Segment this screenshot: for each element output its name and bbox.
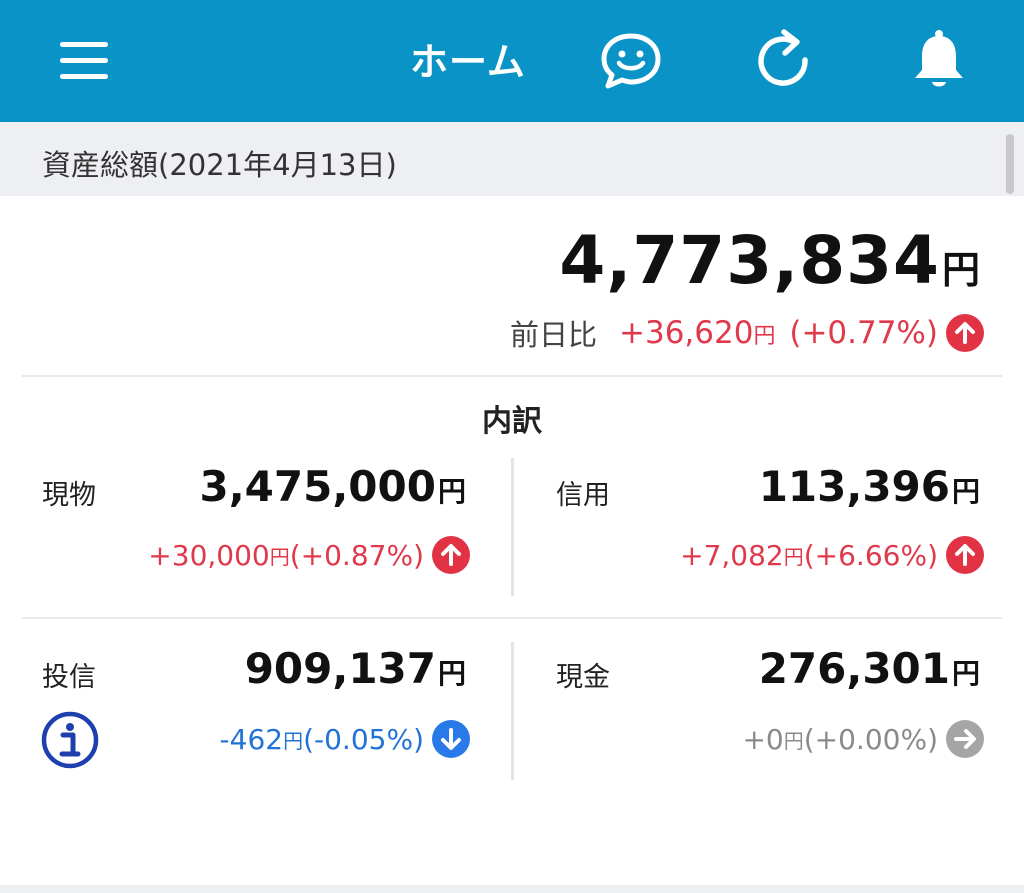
column-divider [511, 642, 514, 780]
down-arrow-icon [432, 720, 470, 758]
breakdown-amount-margin: 113,396円 [759, 462, 980, 511]
change-amount: -462 [219, 722, 284, 756]
info-circle-icon[interactable] [40, 710, 100, 770]
hamburger-menu-icon[interactable] [56, 38, 114, 84]
page-title: ホーム [410, 40, 526, 84]
up-arrow-icon [946, 536, 984, 574]
change-amount: +7,082 [680, 538, 784, 572]
breakdown-change-fund: -462 円 (-0.05%) [220, 718, 470, 760]
daily-change-label: 前日比 [510, 318, 598, 352]
change-unit: 円 [283, 728, 304, 753]
change-percent: (+0.00%) [803, 722, 938, 756]
divider [22, 375, 1002, 377]
breakdown-label-spot: 現物 [42, 480, 96, 511]
amount-unit: 円 [951, 475, 980, 508]
change-percent: (-0.05%) [303, 722, 424, 756]
divider [22, 617, 1002, 619]
total-assets: 4,773,834円 [559, 222, 980, 299]
total-amount: 4,773,834 [559, 222, 940, 299]
scrollbar[interactable] [1006, 134, 1014, 194]
breakdown-amount-spot: 3,475,000円 [200, 462, 467, 511]
change-unit: 円 [783, 728, 804, 753]
total-assets-label: 資産総額(2021年4月13日) [42, 148, 397, 182]
breakdown-change-cash: +0 円 (+0.00%) [742, 718, 984, 760]
right-arrow-icon [946, 720, 984, 758]
section-header: 資産総額(2021年4月13日) [0, 122, 1024, 196]
amount-unit: 円 [437, 657, 466, 690]
change-unit: 円 [269, 544, 290, 569]
daily-change-percent: (+0.77%) [789, 315, 938, 351]
bottom-strip [0, 885, 1024, 893]
breakdown-amount-fund: 909,137円 [245, 644, 466, 693]
daily-change-amount: +36,620 [619, 315, 754, 351]
amount-unit: 円 [437, 475, 466, 508]
breakdown-amount-cash: 276,301円 [759, 644, 980, 693]
amount-value: 3,475,000 [199, 462, 436, 511]
breakdown-label-cash: 現金 [556, 662, 610, 693]
breakdown-label-fund: 投信 [42, 662, 96, 693]
amount-value: 909,137 [244, 644, 436, 693]
breakdown-change-margin: +7,082 円 (+6.66%) [680, 534, 984, 576]
change-amount: +0 [742, 722, 784, 756]
up-arrow-icon [946, 314, 984, 352]
column-divider [511, 458, 514, 596]
daily-change-row: 前日比 +36,620円 (+0.77%) [510, 310, 984, 356]
chat-bubble-smile-icon[interactable] [598, 28, 664, 94]
breakdown-change-spot: +30,000 円 (+0.87%) [148, 534, 470, 576]
change-unit: 円 [783, 544, 804, 569]
app-header: ホーム [0, 0, 1024, 122]
notification-bell-icon[interactable] [906, 28, 972, 94]
amount-value: 276,301 [758, 644, 950, 693]
change-percent: (+0.87%) [289, 538, 424, 572]
daily-change-unit: 円 [753, 324, 776, 349]
breakdown-label-margin: 信用 [556, 480, 610, 511]
refresh-icon[interactable] [750, 28, 816, 94]
change-percent: (+6.66%) [803, 538, 938, 572]
amount-unit: 円 [951, 657, 980, 690]
daily-change-value: +36,620円 (+0.77%) [619, 315, 938, 351]
total-unit: 円 [941, 248, 980, 292]
up-arrow-icon [432, 536, 470, 574]
change-amount: +30,000 [148, 538, 270, 572]
amount-value: 113,396 [758, 462, 950, 511]
breakdown-title: 内訳 [482, 404, 542, 439]
